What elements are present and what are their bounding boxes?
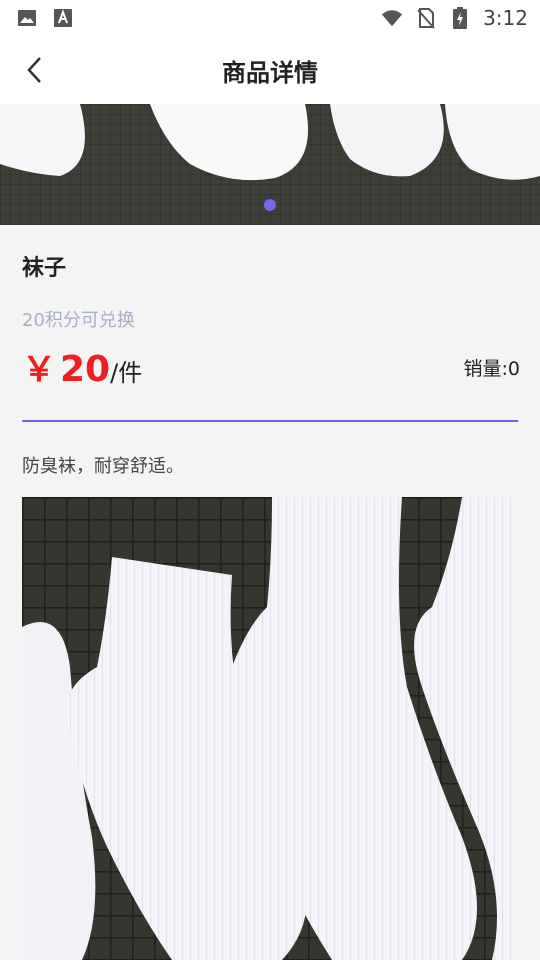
- status-time: 3:12: [483, 6, 528, 30]
- text-a-icon: [52, 7, 74, 29]
- back-button[interactable]: [18, 54, 50, 86]
- product-description: 防臭袜，耐穿舒适。: [22, 456, 184, 477]
- page-title: 商品详情: [222, 58, 318, 87]
- wifi-icon: [381, 7, 403, 29]
- carousel-dot-active[interactable]: [264, 199, 276, 211]
- status-bar: 3:12: [0, 0, 540, 36]
- price-row: ￥ 20 /件: [22, 342, 142, 391]
- product-name: 袜子: [22, 256, 67, 281]
- divider: [22, 420, 518, 422]
- price-value: 20: [60, 349, 111, 390]
- status-right: 3:12: [381, 6, 528, 30]
- chevron-left-icon: [27, 57, 41, 83]
- price-unit: /件: [110, 359, 143, 387]
- product-detail-image: [22, 497, 518, 960]
- currency-symbol: ￥: [22, 350, 56, 390]
- sales-count: 销量:0: [463, 358, 521, 380]
- product-banner[interactable]: [0, 104, 540, 225]
- no-sim-icon: [415, 7, 437, 29]
- header: 商品详情: [0, 36, 540, 104]
- carousel-dots: [0, 199, 540, 211]
- points-exchange-text: 20积分可兑换: [22, 310, 135, 331]
- status-left: [16, 7, 74, 29]
- battery-charging-icon: [449, 7, 471, 29]
- image-icon: [16, 7, 38, 29]
